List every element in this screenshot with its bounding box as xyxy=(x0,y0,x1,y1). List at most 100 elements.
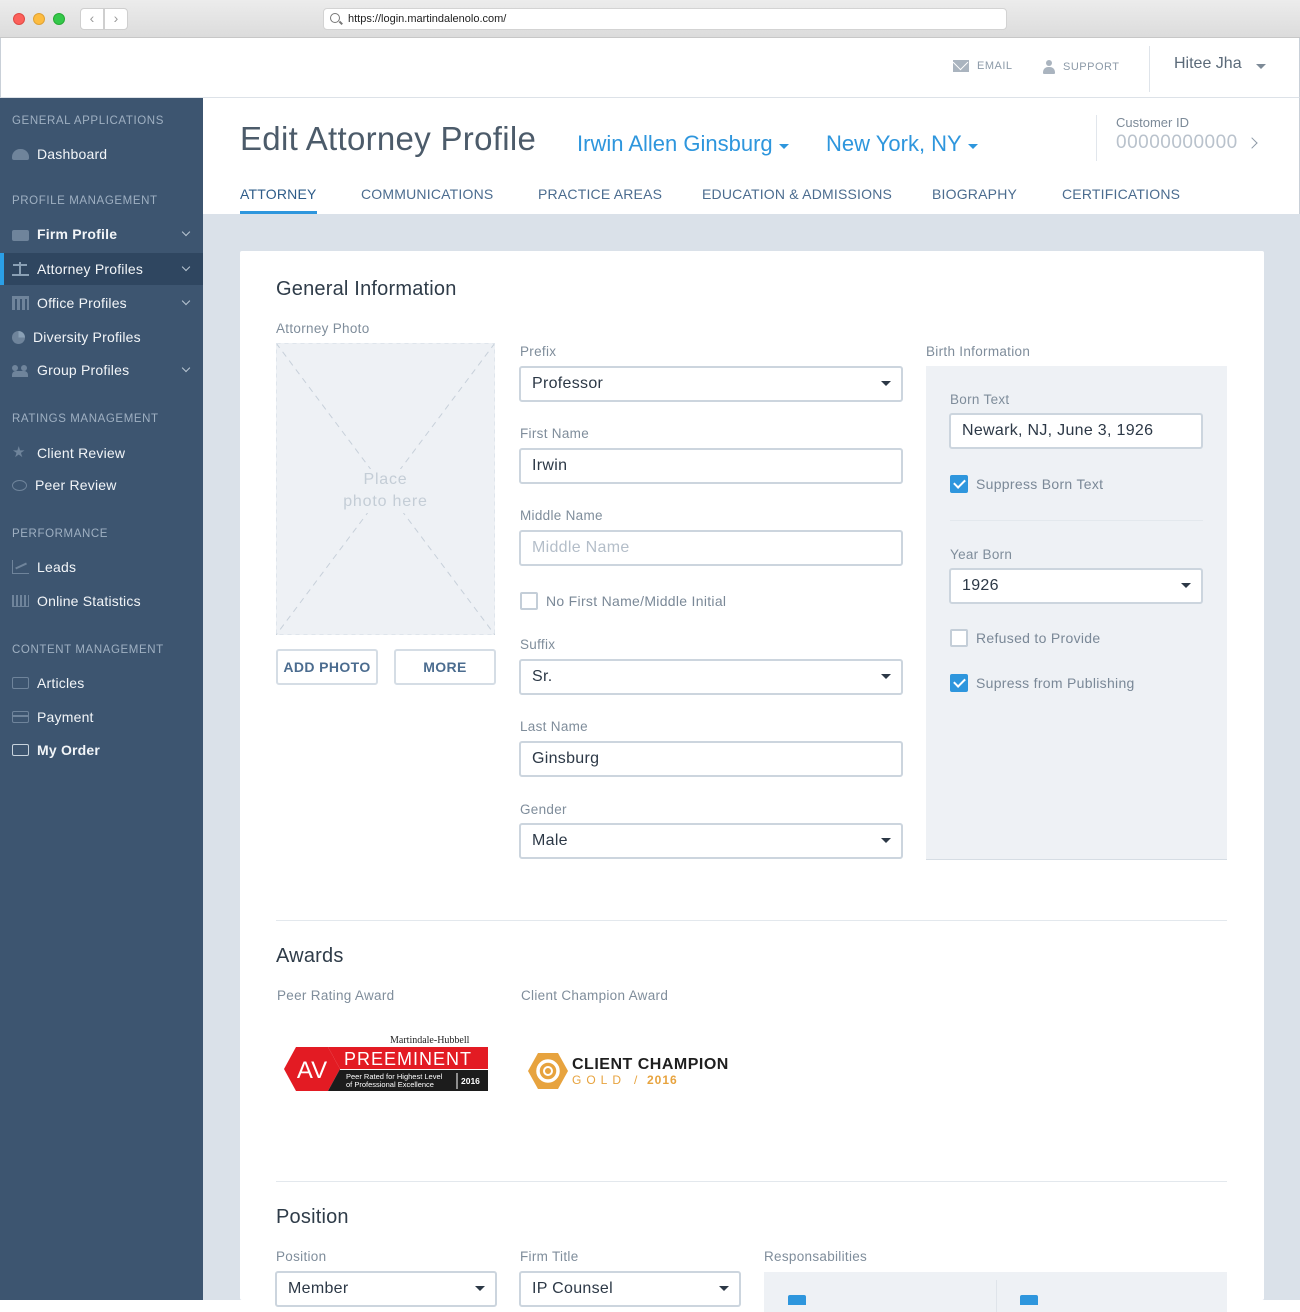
sidebar-item-label: Diversity Profiles xyxy=(33,329,141,345)
firm-title-value: IP Counsel xyxy=(532,1280,613,1297)
suppress-born-text-checkbox[interactable] xyxy=(950,475,968,493)
no-first-name-checkbox[interactable] xyxy=(520,592,538,610)
customer-id-value: 00000000000 xyxy=(1116,132,1258,154)
sidebar-item-label: Online Statistics xyxy=(37,593,141,609)
sidebar-item-my-order[interactable]: My Order xyxy=(0,734,203,766)
forward-arrow-icon[interactable]: › xyxy=(104,8,128,30)
cc-center xyxy=(543,1066,553,1076)
prefix-select[interactable]: Professor xyxy=(519,366,903,402)
born-text-field[interactable]: Newark, NJ, June 3, 1926 xyxy=(949,413,1203,449)
photo-placeholder-line2: photo here xyxy=(337,491,434,513)
tab-certifications[interactable]: CERTIFICATIONS xyxy=(1062,186,1180,214)
back-arrow-icon[interactable]: ‹ xyxy=(80,8,104,30)
responsibilities-divider xyxy=(996,1280,997,1312)
av-letters: AV xyxy=(297,1057,327,1084)
cc-title: CLIENT CHAMPION xyxy=(572,1056,729,1073)
suffix-select[interactable]: Sr. xyxy=(519,659,903,695)
tab-communications[interactable]: COMMUNICATIONS xyxy=(361,186,493,214)
tab-practice-areas[interactable]: PRACTICE AREAS xyxy=(538,186,662,214)
header-divider xyxy=(1149,46,1150,92)
last-name-label: Last Name xyxy=(520,719,588,734)
responsibilities-panel xyxy=(764,1272,1227,1312)
sidebar-item-diversity-profiles[interactable]: Diversity Profiles xyxy=(0,321,203,353)
user-menu[interactable]: Hitee Jha xyxy=(1174,55,1266,73)
sidebar-item-articles[interactable]: Articles xyxy=(0,667,203,699)
year-born-select[interactable]: 1926 xyxy=(949,568,1203,604)
chevron-down-icon xyxy=(778,143,789,149)
search-icon xyxy=(330,13,340,23)
suffix-label: Suffix xyxy=(520,637,556,652)
customer-id-number: 00000000000 xyxy=(1116,132,1238,153)
page-title: Edit Attorney Profile xyxy=(240,120,537,157)
birth-divider xyxy=(950,520,1203,521)
star-icon: ★ xyxy=(12,444,26,461)
chevron-down-icon xyxy=(967,143,978,149)
responsibility-checkbox[interactable] xyxy=(1020,1295,1038,1305)
sidebar-item-group-profiles[interactable]: Group Profiles xyxy=(0,354,203,386)
tab-education-admissions[interactable]: EDUCATION & ADMISSIONS xyxy=(702,186,892,214)
chat-bubble-icon xyxy=(12,479,27,491)
page-header: Edit Attorney Profile Irwin Allen Ginsbu… xyxy=(203,98,1300,214)
chevron-down-icon xyxy=(1255,63,1266,69)
last-name-field[interactable]: Ginsburg xyxy=(519,741,903,777)
envelope-icon xyxy=(953,60,969,72)
responsibility-checkbox[interactable] xyxy=(788,1295,806,1305)
gender-select[interactable]: Male xyxy=(519,823,903,859)
more-button[interactable]: MORE xyxy=(394,649,496,685)
born-text-label: Born Text xyxy=(950,392,1010,407)
photo-placeholder-line1: Place xyxy=(357,469,414,491)
sidebar-item-online-statistics[interactable]: Online Statistics xyxy=(0,585,203,617)
browser-toolbar: ‹ › https://login.martindalenolo.com/ xyxy=(0,0,1300,38)
sidebar-item-client-review[interactable]: ★ Client Review xyxy=(0,437,203,469)
email-link[interactable]: EMAIL xyxy=(953,60,1013,72)
birth-information-label: Birth Information xyxy=(926,344,1031,359)
photo-placeholder-text: Place photo here xyxy=(276,469,495,513)
user-name: Hitee Jha xyxy=(1174,55,1242,72)
first-name-field[interactable]: Irwin xyxy=(519,448,903,484)
middle-name-field[interactable]: Middle Name xyxy=(519,530,903,566)
support-link[interactable]: SUPPORT xyxy=(1043,60,1119,74)
location-selector[interactable]: New York, NY xyxy=(826,131,978,157)
customer-id-block[interactable]: Customer ID 00000000000 xyxy=(1096,115,1258,161)
cc-year: 2016 xyxy=(647,1073,678,1087)
supress-from-publishing-label: Supress from Publishing xyxy=(976,675,1135,691)
sidebar-item-peer-review[interactable]: Peer Review xyxy=(0,469,203,501)
building-icon xyxy=(12,296,29,310)
photo-placeholder[interactable]: Place photo here xyxy=(276,343,495,635)
position-heading: Position xyxy=(276,1206,349,1228)
sidebar-item-firm-profile[interactable]: Firm Profile xyxy=(0,218,203,250)
sidebar-item-office-profiles[interactable]: Office Profiles xyxy=(0,287,203,319)
position-select[interactable]: Member xyxy=(275,1271,497,1307)
minimize-window-button[interactable] xyxy=(33,13,45,25)
supress-from-publishing-checkbox[interactable] xyxy=(950,674,968,692)
sidebar-item-label: Peer Review xyxy=(35,477,117,493)
section-divider xyxy=(276,1181,1227,1182)
scale-icon xyxy=(12,262,29,276)
sidebar-item-attorney-profiles[interactable]: Attorney Profiles xyxy=(0,253,203,285)
close-window-button[interactable] xyxy=(13,13,25,25)
zoom-window-button[interactable] xyxy=(53,13,65,25)
no-first-name-label: No First Name/Middle Initial xyxy=(546,593,727,609)
awards-heading: Awards xyxy=(276,945,344,967)
sidebar-item-label: Articles xyxy=(37,675,85,691)
firm-title-select[interactable]: IP Counsel xyxy=(519,1271,741,1307)
chevron-down-icon xyxy=(881,381,891,386)
add-photo-button[interactable]: ADD PHOTO xyxy=(276,649,378,685)
av-year: 2016 xyxy=(461,1076,480,1086)
attorney-selector[interactable]: Irwin Allen Ginsburg xyxy=(577,131,789,157)
av-preeminent-badge: Martindale-Hubbell AV PREEMINENT Peer Ra… xyxy=(284,1035,488,1091)
chevron-down-icon xyxy=(181,363,191,373)
year-born-value: 1926 xyxy=(962,577,999,594)
sidebar-item-payment[interactable]: Payment xyxy=(0,701,203,733)
chevron-down-icon xyxy=(181,227,191,237)
tab-attorney[interactable]: ATTORNEY xyxy=(240,186,317,214)
tab-biography[interactable]: BIOGRAPHY xyxy=(932,186,1017,214)
sidebar-item-label: Payment xyxy=(37,709,94,725)
address-bar[interactable]: https://login.martindalenolo.com/ xyxy=(323,8,1007,30)
sidebar-item-leads[interactable]: Leads xyxy=(0,551,203,583)
chevron-down-icon xyxy=(881,838,891,843)
attorney-selector-label: Irwin Allen Ginsburg xyxy=(577,131,773,156)
sidebar-section-performance: PERFORMANCE xyxy=(12,528,109,540)
refused-to-provide-checkbox[interactable] xyxy=(950,629,968,647)
sidebar-item-dashboard[interactable]: Dashboard xyxy=(0,138,203,170)
